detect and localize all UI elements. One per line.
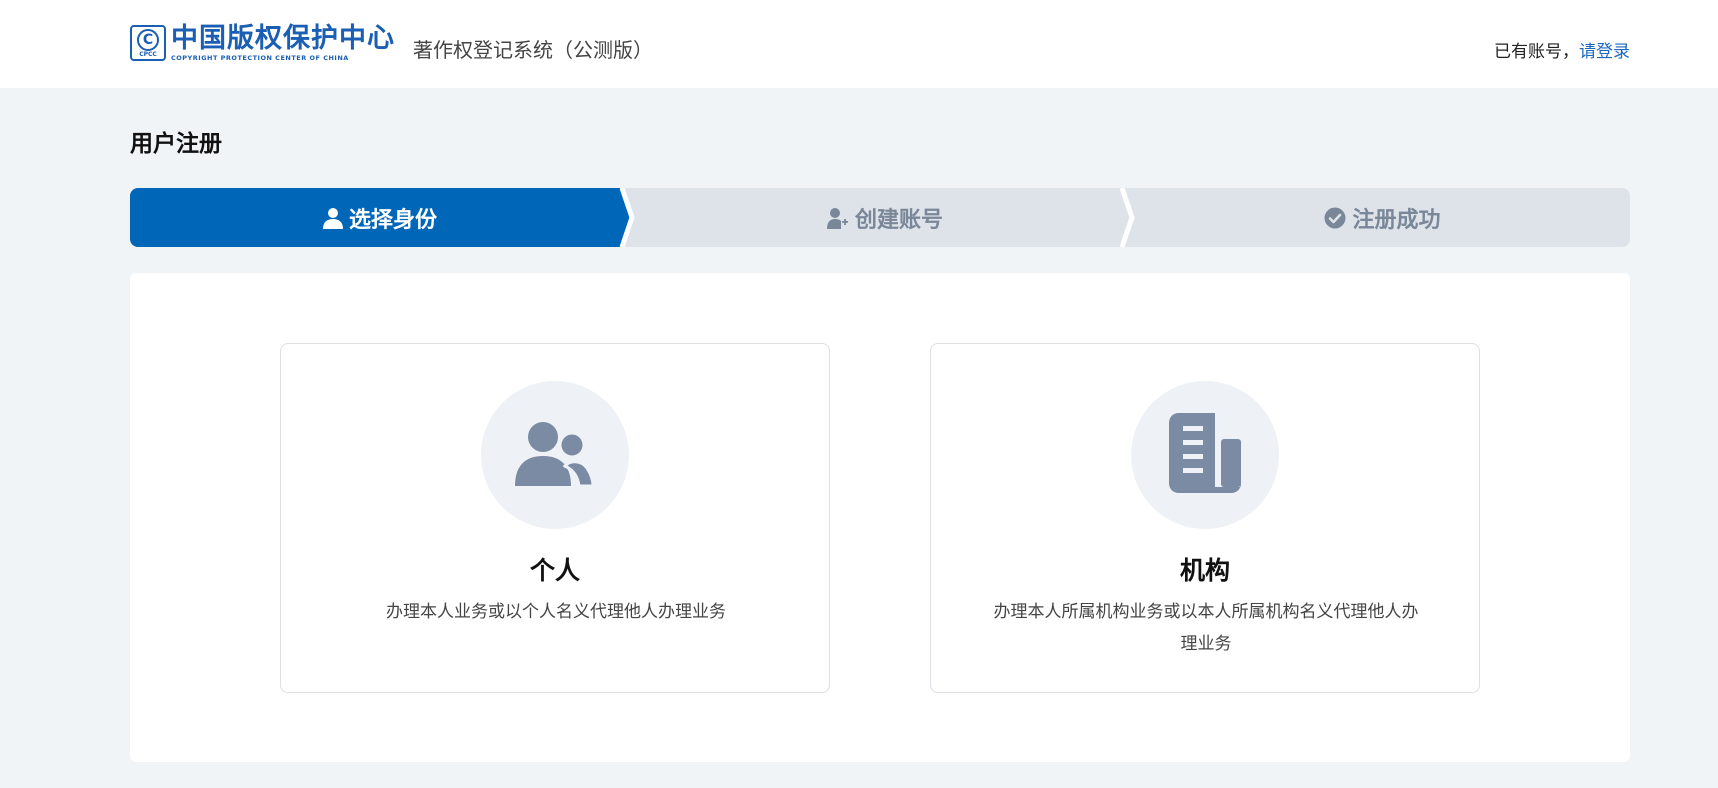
step-select-identity: 选择身份: [130, 188, 630, 247]
registration-steps: 选择身份 创建账号 注册成功: [130, 188, 1630, 247]
copyright-icon: C CPCC: [130, 25, 166, 61]
step-registration-success: 注册成功: [1135, 188, 1630, 247]
page-title: 用户注册: [130, 131, 222, 157]
users-icon: [515, 420, 595, 490]
step-label: 注册成功: [1352, 207, 1441, 233]
organization-icon-circle: [1131, 381, 1279, 529]
login-prompt: 已有账号，请登录: [1494, 37, 1630, 62]
user-icon: [322, 207, 343, 229]
login-prompt-text: 已有账号，: [1494, 42, 1579, 62]
check-circle-icon: [1324, 207, 1346, 229]
organization-card[interactable]: 机构 办理本人所属机构业务或以本人所属机构名义代理他人办理业务: [930, 343, 1480, 693]
top-header: C CPCC 中国版权保护中心 COPYRIGHT PROTECTION CEN…: [0, 0, 1718, 88]
logo-chinese-name: 中国版权保护中心: [171, 23, 395, 54]
individual-card[interactable]: 个人 办理本人业务或以个人名义代理他人办理业务: [280, 343, 830, 693]
card-description: 办理本人所属机构业务或以本人所属机构名义代理他人办理业务: [993, 602, 1419, 654]
cpcc-logo[interactable]: C CPCC 中国版权保护中心 COPYRIGHT PROTECTION CEN…: [130, 24, 395, 62]
card-title: 个人: [529, 556, 580, 585]
card-title: 机构: [1179, 556, 1230, 585]
logo-english-name: COPYRIGHT PROTECTION CENTER OF CHINA: [171, 54, 349, 62]
identity-selection-panel: 个人 办理本人业务或以个人名义代理他人办理业务 机构 办理本人所属机构业务或以本…: [130, 273, 1630, 762]
login-link[interactable]: 请登录: [1579, 42, 1630, 62]
system-name: 著作权登记系统（公测版）: [413, 38, 653, 62]
individual-icon-circle: [481, 381, 629, 529]
step-create-account: 创建账号: [635, 188, 1135, 247]
step-label: 创建账号: [854, 207, 943, 233]
user-add-icon: [826, 207, 849, 229]
step-label: 选择身份: [348, 207, 437, 233]
building-icon: [1169, 413, 1241, 497]
card-description: 办理本人业务或以个人名义代理他人办理业务: [386, 602, 726, 622]
